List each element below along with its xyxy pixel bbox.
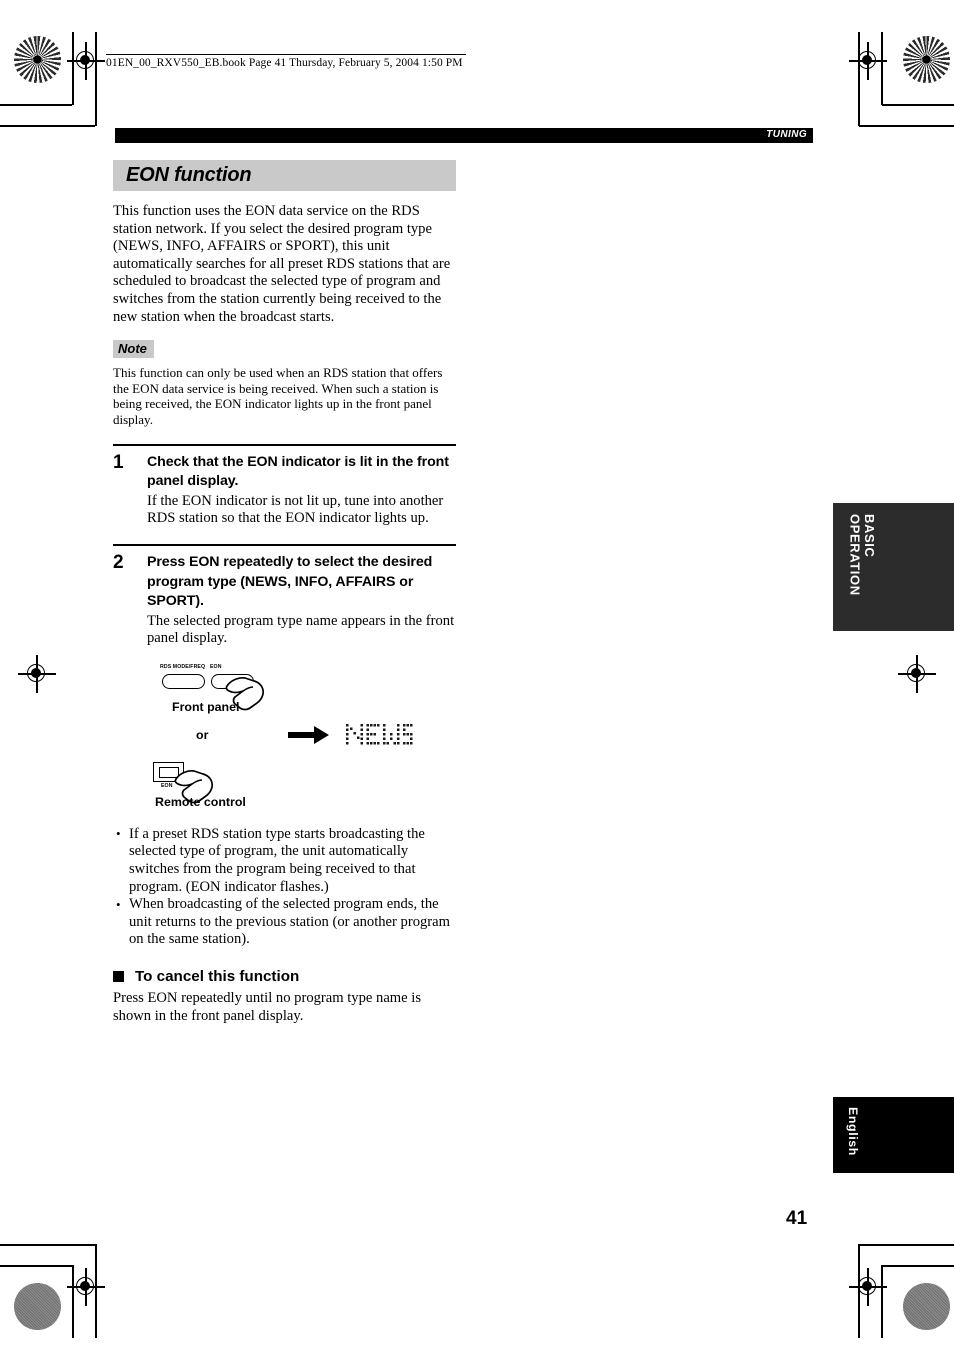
registration-mark-mid-left [18,655,56,693]
trim-line [859,1244,954,1246]
trim-line [859,125,954,127]
trim-line [858,32,860,126]
trim-line [95,32,97,126]
step-1: 1 Check that the EON indicator is lit in… [113,443,456,528]
running-head-label: TUNING [766,129,807,140]
note-paragraph: This function can only be used when an R… [113,365,443,427]
trim-line [882,104,954,106]
step-1-heading: Check that the EON indicator is lit in t… [147,453,449,490]
trim-line [0,1244,95,1246]
step-2: 2 Press EON repeatedly to select the des… [113,543,456,648]
registration-halftone-top-right [903,36,950,83]
remote-control-caption: Remote control [155,794,246,809]
step-1-number: 1 [113,451,124,473]
section-intro-paragraph: This function uses the EON data service … [113,203,451,325]
file-header-rule [106,54,466,55]
trim-line [858,1244,860,1338]
trim-line [882,1265,954,1267]
registration-halftone-bottom-right [903,1283,950,1330]
section-title-band: EON function [113,160,456,191]
step-2-heading: Press EON repeatedly to select the desir… [147,553,433,610]
trim-line [881,32,883,105]
operation-illustration: RDS MODE/FREQ EON Front panel or EON Rem… [113,662,456,822]
content-column: EON function This function uses the EON … [113,160,456,1025]
page-title: EON function [126,164,252,186]
step-2-body: The selected program type name appears i… [147,612,455,647]
or-label: or [196,727,209,742]
step-1-body: If the EON indicator is not lit up, tune… [147,492,444,527]
cancel-section-body: Press EON repeatedly until no program ty… [113,990,422,1024]
side-tab-language-label: English [845,1107,860,1156]
list-item: When broadcasting of the selected progra… [113,896,456,949]
trim-line [0,125,95,127]
front-panel-left-button-label: RDS MODE/FREQ [160,663,206,670]
front-panel-caption: Front panel [172,699,240,714]
cancel-section-heading: To cancel this function [135,968,300,986]
step-2-number: 2 [113,551,124,573]
running-head-bar: TUNING [115,128,813,143]
list-item: If a preset RDS station type starts broa… [113,825,456,896]
front-panel-right-button-label: EON [210,663,222,670]
square-bullet-icon [113,971,124,983]
registration-halftone-top-left [14,36,61,83]
trim-line [0,104,72,106]
cancel-section-heading-row: To cancel this function [113,968,456,985]
trim-line [72,1265,74,1338]
registration-halftone-bottom-left [14,1283,61,1330]
notes-bullet-list: If a preset RDS station type starts broa… [113,825,456,949]
trim-line [881,1265,883,1338]
side-tab-basic-operation: BASIC OPERATION [833,503,954,631]
side-tab-language: English [833,1097,954,1173]
arrow-right-icon [288,725,329,744]
page-number: 41 [786,1208,808,1229]
trim-line [72,32,74,105]
registration-mark-mid-right [898,655,936,693]
trim-line [95,1244,97,1338]
file-header-line: 01EN_00_RXV550_EB.book Page 41 Thursday,… [106,57,463,69]
note-badge: Note [113,340,154,359]
rds-mode-freq-button[interactable] [162,673,205,689]
front-panel-display-news [346,723,413,745]
side-tab-basic-operation-label: BASIC OPERATION [847,514,878,596]
trim-line [0,1265,72,1267]
